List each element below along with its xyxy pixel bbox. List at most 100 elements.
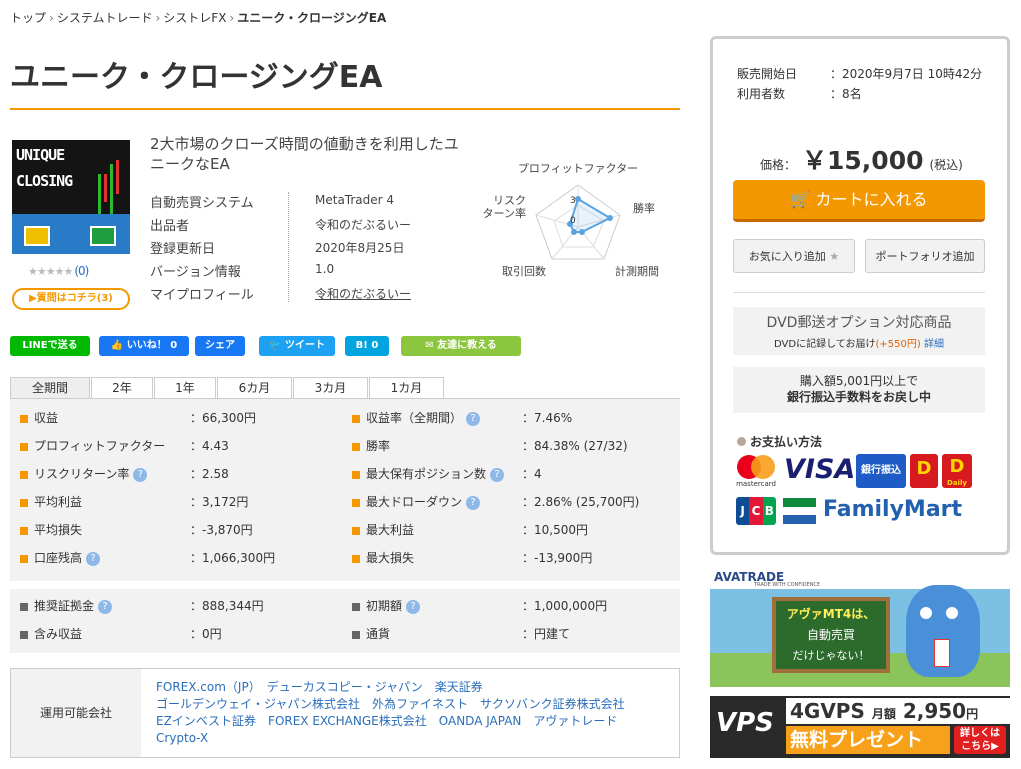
stat-unrealized-value: ：0円: [190, 627, 222, 641]
avatrade-line2: 自動売買: [806, 628, 855, 642]
add-to-cart-button[interactable]: 🛒 カートに入れる: [733, 180, 985, 222]
tab-3m[interactable]: 3カ月: [293, 377, 368, 399]
bullet: [352, 414, 360, 423]
sale-start-label: 販売開始日: [737, 67, 798, 81]
rating-count[interactable]: (0): [74, 264, 89, 278]
radar-point: [575, 196, 581, 202]
radar-label-period: 計測期間: [615, 264, 659, 278]
help-icon[interactable]: ?: [466, 495, 481, 510]
radar-tick-3: 3: [570, 196, 576, 206]
product-image-line2: CLOSING: [16, 172, 73, 190]
tell-friend-button[interactable]: ✉ 友達に教える: [401, 336, 521, 356]
bullet: [352, 498, 360, 507]
info-value-system: MetaTrader 4: [315, 193, 395, 207]
stat-return-rate-label: 収益率（全期間）?: [352, 409, 481, 426]
help-icon[interactable]: ?: [490, 467, 505, 482]
stat-winrate-label: 勝率: [352, 437, 390, 454]
stat-max-dd-value: ：2.86% (25,700円): [522, 495, 640, 509]
stat-max-positions-value: ：4: [522, 467, 542, 481]
stat-max-dd-label: 最大ドローダウン?: [352, 493, 481, 510]
info-value-profile-link[interactable]: 令和のだぶるいー: [315, 285, 411, 302]
breadcrumb-shistorefx[interactable]: シストレFX: [163, 11, 226, 25]
exit-icon: [90, 226, 116, 246]
brokers-label: 運用可能会社: [11, 669, 141, 757]
stat-balance-label: 口座残高?: [20, 549, 101, 566]
stat-label: 口座残高: [34, 551, 83, 565]
bullet: [20, 498, 28, 507]
stat-label: 通貨: [366, 627, 391, 641]
familymart-icon: [783, 498, 816, 524]
add-favorite-button[interactable]: お気に入り追加 ★: [733, 239, 855, 273]
help-icon[interactable]: ?: [133, 467, 148, 482]
stat-label: 最大ドローダウン: [366, 495, 463, 509]
info-label-seller: 出品者: [150, 219, 190, 234]
cart-icon: 🛒: [790, 190, 811, 209]
vps-more2: こちら▶: [961, 741, 999, 752]
stat-label: 収益: [34, 411, 59, 425]
radar-chart: 3 0 プロフィットファクター 勝率 計測期間 取引回数 リスク ターン率: [483, 162, 659, 278]
brokers-line[interactable]: Crypto-X: [156, 730, 656, 747]
stat-label: 最大損失: [366, 551, 415, 565]
bullet: [352, 470, 360, 479]
product-image[interactable]: UNIQUE CLOSING: [12, 140, 130, 254]
brokers-line[interactable]: FOREX.com（JP） デューカスコピー・ジャパン 楽天証券: [156, 679, 656, 696]
chart-candle: [98, 174, 101, 214]
radar-label-risk: リスク: [493, 194, 526, 207]
stat-label: 勝率: [366, 439, 391, 453]
tab-6m[interactable]: 6カ月: [217, 377, 292, 399]
brokers-line[interactable]: ゴールデンウェイ・ジャパン株式会社 外為ファイネスト サクソバンク証券株式会社: [156, 696, 656, 713]
stat-margin-label: 推奨証拠金?: [20, 597, 113, 614]
sale-start-value: ：2020年9月7日 10時42分: [830, 67, 983, 81]
brokers-line[interactable]: EZインベスト証券 FOREX EXCHANGE株式会社 OANDA JAPAN…: [156, 713, 656, 730]
stat-balance-value: ：1,066,300円: [190, 551, 276, 565]
facebook-like-button[interactable]: 👍 いいね！ 0: [99, 336, 189, 356]
help-icon[interactable]: ?: [466, 411, 481, 426]
star-icon: ★: [829, 250, 840, 263]
stat-label: プロフィットファクター: [34, 439, 166, 453]
stat-label: 最大利益: [366, 523, 415, 537]
tweet-button[interactable]: 🐦 ツイート: [259, 336, 335, 356]
stat-pf-value: ：4.43: [190, 439, 229, 453]
bullet: [20, 630, 28, 639]
vps-banner[interactable]: VPS 4GVPS 月額 2,950円 無料プレゼント 詳しくは こちら▶: [710, 696, 1010, 758]
radar-point: [607, 215, 613, 221]
hatena-button[interactable]: B! 0: [345, 336, 389, 356]
brokers-box: 運用可能会社 FOREX.com（JP） デューカスコピー・ジャパン 楽天証券 …: [10, 668, 680, 758]
rating-stars: ★★★★★: [28, 265, 73, 278]
payment-label-text: お支払い方法: [750, 435, 823, 449]
radar-point: [579, 229, 585, 235]
jcb-logo: J C B: [736, 497, 776, 525]
tab-1m[interactable]: 1カ月: [369, 377, 444, 399]
question-button[interactable]: ▶質問はコチラ(3): [12, 288, 130, 310]
tab-1y[interactable]: 1年: [154, 377, 216, 399]
price-tax: (税込): [929, 158, 963, 172]
stat-max-loss-value: ：-13,900円: [522, 551, 593, 565]
help-icon[interactable]: ?: [98, 599, 113, 614]
avatrade-banner[interactable]: AVATRADE TRADE WITH CONFIDENCE アヴァMT4は、 …: [710, 567, 1010, 687]
info-value-seller: 令和のだぶるいー: [315, 218, 412, 232]
help-icon[interactable]: ?: [86, 551, 101, 566]
bank-refund-box: 購入額5,001円以上で 銀行振込手数料をお戻し中: [733, 367, 985, 413]
breadcrumb: トップ › システムトレード › シストレFX › ユニーク・クロージングEA: [10, 9, 386, 26]
facebook-share-button[interactable]: シェア: [195, 336, 245, 356]
visa-logo: VISA: [784, 454, 856, 485]
stat-avg-loss-value: ：-3,870円: [190, 523, 253, 537]
dvd-detail-link[interactable]: 詳細: [924, 339, 944, 350]
daily-logo: D Daily: [942, 454, 972, 488]
tweet-label: ツイート: [284, 340, 325, 351]
stat-initial-value: ：1,000,000円: [522, 599, 608, 613]
hippo-mascot-icon: [906, 585, 980, 677]
breadcrumb-top[interactable]: トップ: [10, 11, 46, 25]
bullet: [20, 414, 28, 423]
tab-all-period[interactable]: 全期間: [10, 377, 90, 399]
line-share-button[interactable]: LINEで送る: [10, 336, 90, 356]
tab-2y[interactable]: 2年: [91, 377, 153, 399]
hatena-count: 0: [371, 340, 379, 351]
vps-more1: 詳しくは: [960, 728, 1000, 739]
vps-details-button[interactable]: 詳しくはこちら▶: [954, 726, 1006, 754]
add-portfolio-button[interactable]: ポートフォリオ追加: [865, 239, 985, 273]
payment-methods-label: お支払い方法: [737, 433, 822, 450]
like-count: 0: [170, 340, 178, 351]
help-icon[interactable]: ?: [406, 599, 421, 614]
breadcrumb-systemtrade[interactable]: システムトレード: [57, 11, 153, 25]
